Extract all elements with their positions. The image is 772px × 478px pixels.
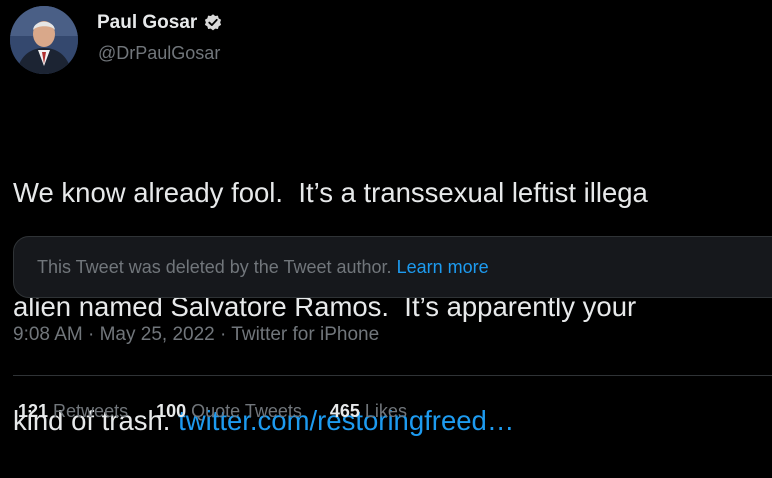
author-handle[interactable]: @DrPaulGosar [98,43,220,64]
retweets-label: Retweets [48,401,129,421]
likes-count: 465 [329,401,360,421]
avatar[interactable] [10,6,78,74]
author-name-row[interactable]: Paul Gosar [97,12,223,34]
quote-tweets-stat[interactable]: 100 Quote Tweets [156,401,302,422]
tweet-meta: 9:08 AM · May 25, 2022 · Twitter for iPh… [13,324,379,346]
deleted-notice-text: This Tweet was deleted by the Tweet auth… [37,257,397,277]
likes-stat[interactable]: 465 Likes [330,401,407,422]
tweet-source[interactable]: Twitter for iPhone [231,324,379,345]
retweets-count: 121 [18,401,49,421]
meta-separator: · [82,324,100,345]
verified-badge-icon [203,13,223,33]
tweet-time[interactable]: 9:08 AM [13,324,83,345]
meta-separator: · [214,324,232,345]
author-name[interactable]: Paul Gosar [97,12,197,34]
quote-tweets-count: 100 [156,401,187,421]
tweet-date[interactable]: May 25, 2022 [100,324,215,345]
learn-more-link[interactable]: Learn more [397,257,489,277]
deleted-quote-box: This Tweet was deleted by the Tweet auth… [13,236,772,298]
deleted-notice: This Tweet was deleted by the Tweet auth… [37,257,489,278]
divider [13,375,772,376]
profile-photo-icon [10,6,78,74]
tweet-stats: 121 Retweets 100 Quote Tweets 465 Likes [18,401,435,422]
retweets-stat[interactable]: 121 Retweets [18,401,128,422]
likes-label: Likes [359,401,407,421]
quote-tweets-label: Quote Tweets [186,401,302,421]
tweet-line-1: We know already fool. It’s a transsexual… [13,177,648,208]
